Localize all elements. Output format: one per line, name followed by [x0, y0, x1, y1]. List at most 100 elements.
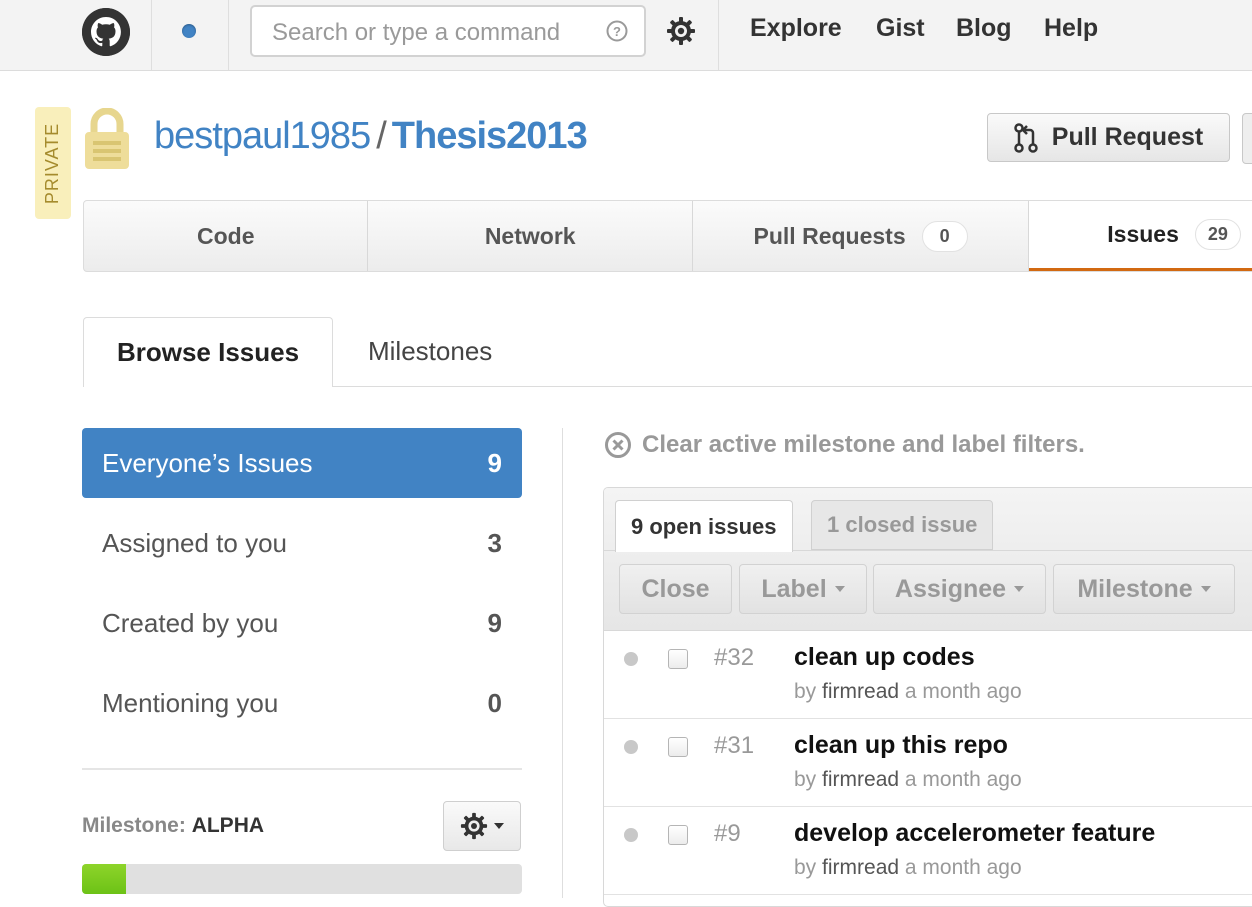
assignee-dropdown[interactable]: Assignee [873, 564, 1046, 614]
milestone-progress-fill [82, 864, 126, 894]
github-octocat-icon[interactable] [82, 8, 130, 56]
filter-created-by-you[interactable]: Created by you 9 [82, 588, 522, 658]
issue-meta: by firmread a month ago [794, 856, 1022, 880]
pull-request-label: Pull Request [1051, 123, 1204, 151]
issue-title-link[interactable]: clean up codes [794, 643, 975, 672]
repo-name-link[interactable]: Thesis2013 [392, 115, 588, 157]
header-divider [151, 0, 152, 70]
filter-label: Created by you [102, 607, 279, 638]
issue-status-dot-icon [624, 828, 638, 842]
issue-author-link[interactable]: firmread [822, 768, 899, 791]
tab-pull-requests[interactable]: Pull Requests 0 [693, 201, 1030, 271]
chevron-down-icon [834, 586, 845, 592]
tab-milestones[interactable]: Milestones [368, 336, 492, 367]
milestone-settings-button[interactable] [443, 801, 521, 851]
issue-title-link[interactable]: develop accelerometer feature [794, 819, 1155, 848]
issue-author-link[interactable]: firmread [822, 680, 899, 703]
issue-checkbox[interactable] [668, 825, 688, 845]
chevron-down-icon [1014, 586, 1025, 592]
issue-number: #32 [714, 644, 755, 671]
nav-help-link[interactable]: Help [1044, 14, 1098, 43]
repo-title: bestpaul1985/Thesis2013 [154, 115, 588, 158]
issues-list-panel: 9 open issues 1 closed issue Close Label… [603, 487, 1252, 907]
repo-action-button[interactable] [1242, 113, 1252, 164]
closed-issues-label: 1 closed issue [827, 512, 978, 537]
search-input[interactable] [270, 17, 594, 49]
issue-meta-by: by [794, 856, 817, 879]
repo-owner-link[interactable]: bestpaul1985 [154, 115, 371, 157]
milestone-dropdown-label: Milestone [1077, 574, 1193, 603]
nav-explore-link[interactable]: Explore [750, 14, 842, 43]
issue-status-dot-icon [624, 740, 638, 754]
tab-issues[interactable]: Issues 29 [1029, 201, 1252, 271]
issue-time: a month ago [904, 856, 1022, 879]
issue-checkbox[interactable] [668, 737, 688, 757]
label-dropdown-label: Label [761, 574, 827, 603]
label-dropdown[interactable]: Label [739, 564, 867, 614]
issue-title-link[interactable]: clean up this repo [794, 731, 1008, 760]
filter-label: Assigned to you [102, 527, 288, 558]
header-divider [228, 0, 229, 70]
issue-row[interactable]: #32 clean up codes by firmread a month a… [604, 630, 1252, 719]
issue-time: a month ago [904, 768, 1022, 791]
issue-row[interactable]: #31 clean up this repo by firmread a mon… [604, 718, 1252, 807]
private-label: PRIVATE [42, 122, 63, 204]
svg-text:?: ? [613, 24, 621, 39]
filter-label: Everyone’s Issues [102, 447, 313, 478]
tab-pull-requests-label: Pull Requests [753, 222, 906, 249]
issue-meta: by firmread a month ago [794, 768, 1022, 792]
search-box: ? [250, 5, 646, 57]
milestone-progress-bar [82, 864, 522, 894]
nav-gist-link[interactable]: Gist [876, 14, 925, 43]
filter-everyones-issues[interactable]: Everyone’s Issues 9 [82, 428, 522, 498]
tab-code[interactable]: Code [84, 201, 369, 271]
clear-filters-link[interactable]: Clear active milestone and label filters… [604, 431, 1085, 459]
filter-mentioning-you[interactable]: Mentioning you 0 [82, 668, 522, 738]
milestone-dropdown[interactable]: Milestone [1053, 564, 1235, 614]
tab-code-label: Code [196, 222, 255, 249]
tab-closed-issues[interactable]: 1 closed issue [811, 500, 994, 550]
nav-blog-link[interactable]: Blog [956, 14, 1012, 43]
tab-open-issues[interactable]: 9 open issues [615, 500, 793, 552]
tab-network[interactable]: Network [368, 201, 693, 271]
close-button[interactable]: Close [619, 564, 732, 614]
issue-checkbox[interactable] [668, 649, 688, 669]
issue-meta: by firmread a month ago [794, 680, 1022, 704]
gear-icon [460, 812, 488, 840]
column-divider [562, 428, 563, 898]
top-header: ? Explore Gist Blog Help [0, 0, 1252, 71]
chevron-down-icon [1200, 586, 1211, 592]
gear-icon[interactable] [666, 16, 696, 46]
issue-time: a month ago [904, 680, 1022, 703]
issue-number: #31 [714, 732, 755, 759]
repo-separator: / [376, 115, 387, 157]
close-button-label: Close [641, 574, 710, 603]
milestone-label: Milestone: ALPHA [82, 814, 264, 838]
issue-meta-by: by [794, 768, 817, 791]
issue-row[interactable]: #9 develop accelerometer feature by firm… [604, 806, 1252, 895]
tab-browse-issues[interactable]: Browse Issues [83, 317, 333, 387]
issues-toolbar: 9 open issues 1 closed issue Close Label… [604, 488, 1252, 631]
help-icon[interactable]: ? [606, 20, 628, 42]
pull-request-button[interactable]: Pull Request [987, 113, 1230, 162]
filter-count: 0 [487, 687, 502, 718]
assignee-dropdown-label: Assignee [894, 574, 1007, 603]
chevron-down-icon [494, 823, 504, 829]
close-circle-icon [605, 432, 631, 458]
milestone-name: ALPHA [191, 814, 265, 837]
repo-nav-tabs: Code Network Pull Requests 0 Issues 29 [83, 200, 1252, 272]
filter-assigned-to-you[interactable]: Assigned to you 3 [82, 508, 522, 578]
tab-issues-label: Issues [1107, 221, 1179, 247]
clear-filters-label: Clear active milestone and label filters… [642, 431, 1085, 458]
issue-author-link[interactable]: firmread [822, 856, 899, 879]
pull-request-icon [1014, 122, 1038, 153]
tab-network-label: Network [484, 222, 576, 249]
lock-icon [85, 108, 129, 169]
filter-label: Mentioning you [102, 687, 279, 718]
filter-count: 9 [487, 447, 502, 478]
sidebar-divider [82, 768, 522, 770]
notification-dot-icon[interactable] [182, 24, 196, 38]
header-divider [718, 0, 719, 70]
filter-count: 9 [487, 607, 502, 638]
milestone-prefix: Milestone: [82, 814, 186, 837]
